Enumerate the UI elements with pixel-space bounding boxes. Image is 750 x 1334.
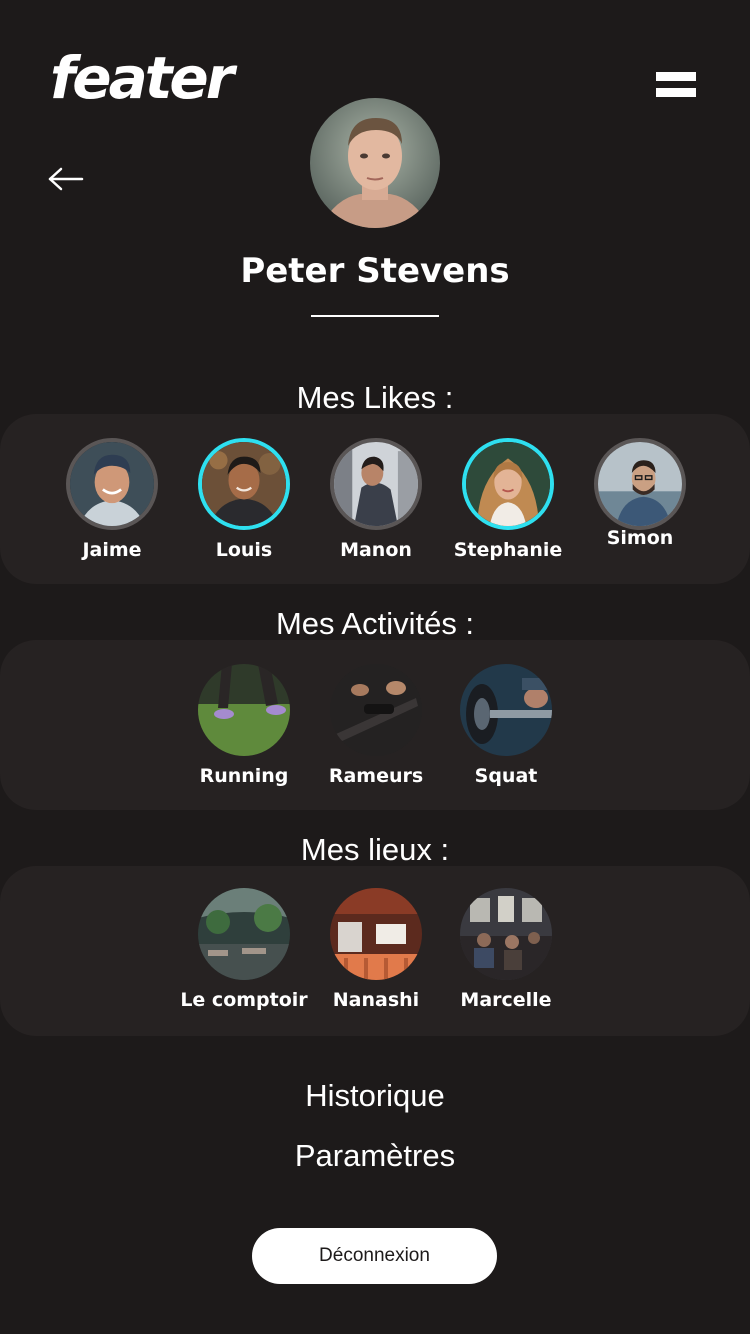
logout-button[interactable]: Déconnexion: [252, 1228, 497, 1284]
activity-item-running[interactable]: Running: [174, 664, 314, 788]
likes-section-title: Mes Likes :: [296, 380, 454, 415]
activity-item-rameurs[interactable]: Rameurs: [306, 664, 446, 788]
avatar: [594, 438, 686, 530]
rower-image: [330, 664, 422, 756]
like-item-manon[interactable]: Manon: [306, 438, 446, 562]
places-panel: Le comptoir Nanashi Marcelle: [0, 866, 750, 1036]
running-image: [198, 664, 290, 756]
avatar: [198, 438, 290, 530]
le-comptoir-image: [198, 888, 290, 980]
place-item-label: Marcelle: [460, 989, 552, 1011]
profile-name: Peter Stevens: [240, 251, 510, 291]
avatar: [66, 438, 158, 530]
like-item-stephanie[interactable]: Stephanie: [438, 438, 578, 562]
activity-item-label: Rameurs: [328, 765, 424, 787]
activities-section-title: Mes Activités :: [275, 606, 475, 641]
like-item-louis[interactable]: Louis: [174, 438, 314, 562]
marcelle-image: [460, 888, 552, 980]
place-item-nanashi[interactable]: Nanashi: [306, 888, 446, 1012]
hamburger-menu-icon[interactable]: [656, 70, 698, 100]
likes-panel: Jaime Louis Manon Stephanie Simon: [0, 414, 750, 584]
like-item-simon[interactable]: Simon: [570, 438, 710, 550]
activities-panel: Running Rameurs Squat: [0, 640, 750, 810]
activity-item-squat[interactable]: Squat: [436, 664, 576, 788]
feater-logo[interactable]: feater: [50, 46, 234, 110]
place-item-le-comptoir[interactable]: Le comptoir: [174, 888, 314, 1012]
settings-link[interactable]: Paramètres: [0, 1136, 750, 1176]
nanashi-image: [330, 888, 422, 980]
like-item-label: Manon: [340, 539, 412, 561]
history-link[interactable]: Historique: [0, 1076, 750, 1116]
menu-bar-bottom: [656, 88, 696, 97]
like-item-label: Stephanie: [453, 539, 563, 561]
activity-item-label: Squat: [474, 765, 538, 787]
activity-item-label: Running: [199, 765, 289, 787]
back-arrow-icon[interactable]: [48, 164, 84, 194]
place-item-label: Nanashi: [332, 989, 420, 1011]
squat-image: [460, 664, 552, 756]
place-item-label: Le comptoir: [180, 989, 308, 1011]
avatar: [462, 438, 554, 530]
place-item-marcelle[interactable]: Marcelle: [436, 888, 576, 1012]
like-item-label: Louis: [215, 539, 273, 561]
name-divider: [311, 315, 439, 317]
avatar: [330, 438, 422, 530]
like-item-label: Jaime: [82, 539, 142, 561]
places-section-title: Mes lieux :: [300, 832, 450, 867]
profile-avatar[interactable]: [310, 98, 440, 228]
like-item-jaime[interactable]: Jaime: [42, 438, 182, 562]
menu-bar-top: [656, 72, 696, 81]
